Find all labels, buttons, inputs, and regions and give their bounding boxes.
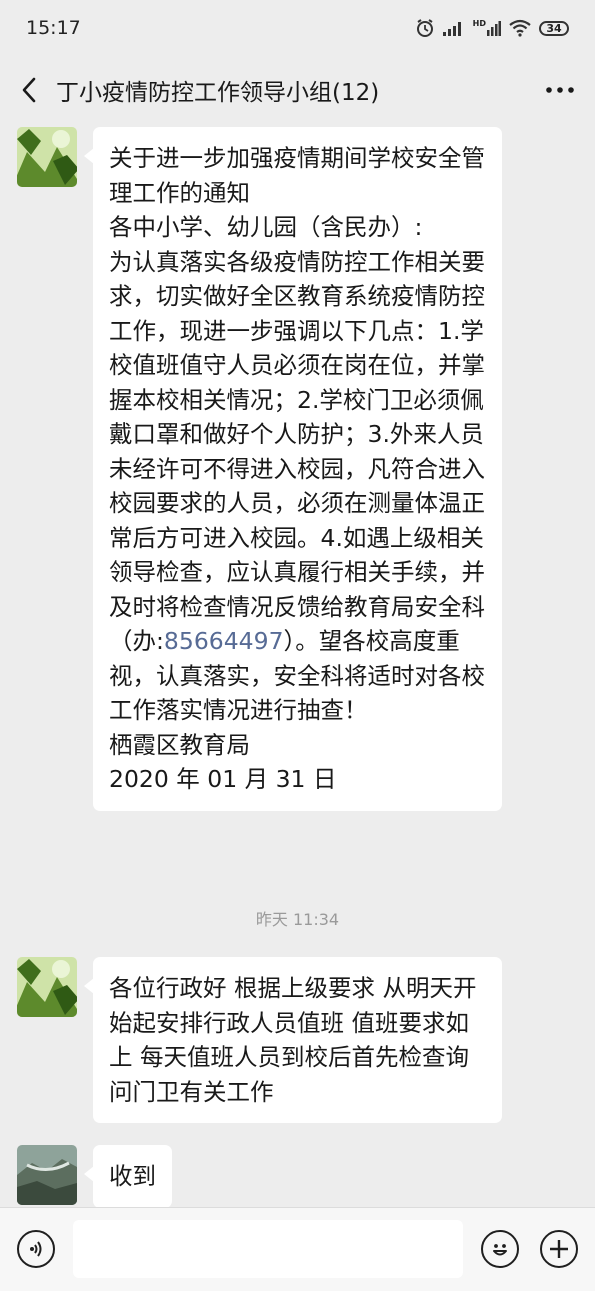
- message-input[interactable]: [73, 1220, 463, 1278]
- emoji-icon: [493, 1244, 507, 1256]
- message-date: 2020 年 01 月 31 日: [109, 765, 337, 793]
- wifi-icon: [509, 19, 531, 37]
- message-text: 各位行政好 根据上级要求 从明天开始起安排行政人员值班 值班要求如上 每天值班人…: [109, 974, 477, 1106]
- status-icons: HD 34: [415, 18, 569, 38]
- message-body-text: 为认真落实各级疫情防控工作相关要求，切实做好全区教育系统疫情防控工作，现进一步强…: [109, 247, 485, 656]
- message-signature: 栖霞区教育局: [109, 730, 250, 759]
- message-bubble[interactable]: 收到: [84, 1145, 172, 1208]
- voice-button[interactable]: [17, 1230, 55, 1268]
- chat-timestamp: 昨天 11:34: [255, 910, 340, 929]
- avatar[interactable]: [17, 957, 77, 1017]
- hd-signal-icon: HD: [473, 20, 501, 36]
- nav-bar: 丁小疫情防控工作领导小组(12): [0, 56, 595, 124]
- battery-level: 34: [546, 21, 562, 35]
- message-row: 关于进一步加强疫情期间学校安全管理工作的通知 各中小学、幼儿园（含民办）: 为认…: [17, 127, 502, 811]
- alarm-icon: [416, 19, 433, 37]
- input-bar: [0, 1207, 595, 1291]
- avatar[interactable]: [17, 1145, 77, 1205]
- battery-icon: 34: [539, 20, 569, 36]
- plus-icon: [550, 1240, 568, 1258]
- message-title: 关于进一步加强疫情期间学校安全管理工作的通知: [109, 144, 485, 207]
- message-row: 各位行政好 根据上级要求 从明天开始起安排行政人员值班 值班要求如上 每天值班人…: [17, 957, 502, 1123]
- plus-button[interactable]: [540, 1230, 578, 1268]
- status-bar: 15:17 HD 34: [0, 0, 595, 56]
- more-icon[interactable]: [545, 85, 575, 95]
- voice-icon: [30, 1241, 42, 1257]
- avatar[interactable]: [17, 127, 77, 187]
- chevron-left-icon[interactable]: [20, 76, 38, 104]
- message-body: 为认真落实各级疫情防控工作相关要求，切实做好全区教育系统疫情防控工作，现进一步强…: [109, 245, 486, 728]
- message-salutation: 各中小学、幼儿园（含民办）:: [109, 213, 423, 241]
- message-row: 收到: [17, 1145, 172, 1208]
- signal-icon: [442, 22, 461, 36]
- message-bubble[interactable]: 关于进一步加强疫情期间学校安全管理工作的通知 各中小学、幼儿园（含民办）: 为认…: [84, 127, 502, 811]
- hd-label: HD: [472, 19, 486, 28]
- phone-number-link[interactable]: 85664497: [164, 627, 284, 655]
- status-time: 15:17: [26, 17, 81, 39]
- message-bubble[interactable]: 各位行政好 根据上级要求 从明天开始起安排行政人员值班 值班要求如上 每天值班人…: [84, 957, 502, 1123]
- emoji-button[interactable]: [481, 1230, 519, 1268]
- message-text: 收到: [109, 1162, 156, 1190]
- chat-title: 丁小疫情防控工作领导小组(12): [56, 80, 380, 106]
